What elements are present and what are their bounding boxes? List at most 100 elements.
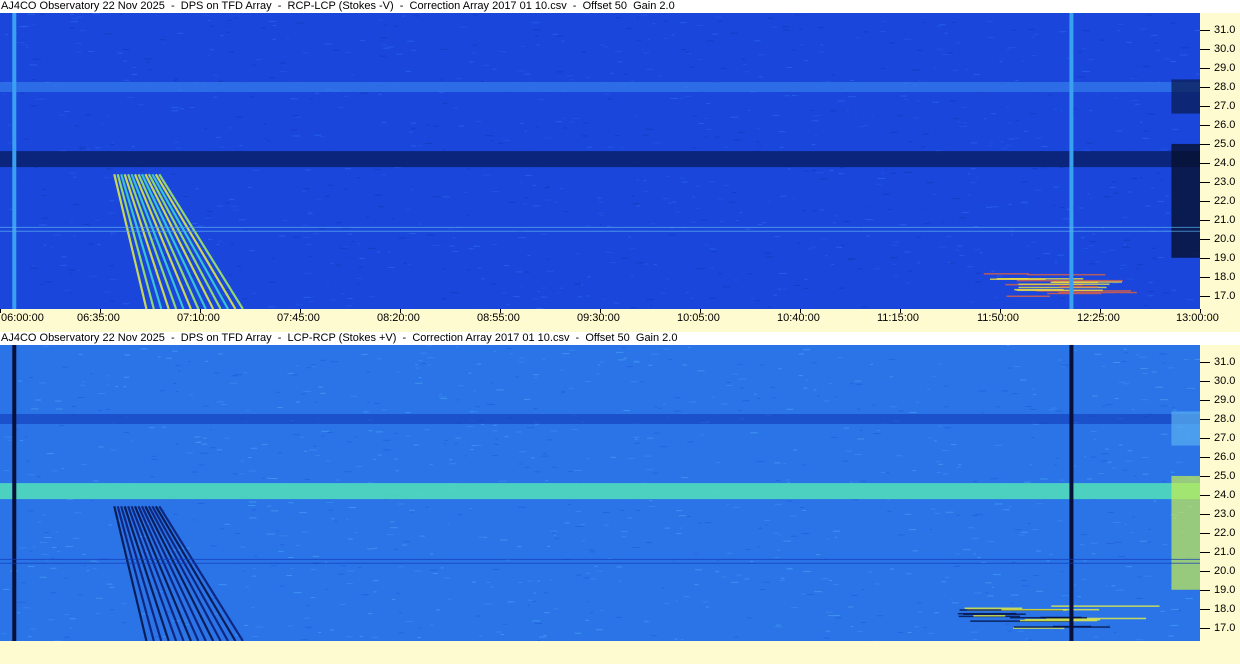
noise-speck [1112,522,1121,524]
noise-speck [438,79,443,81]
noise-speck [1064,232,1070,234]
noise-speck [987,541,995,543]
noise-speck [533,592,537,594]
noise-speck [209,429,212,431]
noise-speck [1130,229,1139,231]
noise-speck [1127,220,1132,222]
noise-speck [646,437,654,439]
noise-speck [561,40,565,42]
noise-speck [1118,444,1123,446]
noise-speck [745,549,751,551]
noise-speck [376,251,380,253]
noise-speck [890,257,898,259]
noise-speck [225,202,230,204]
noise-speck [373,591,377,593]
noise-speck [663,37,669,39]
noise-speck [710,368,714,370]
noise-speck [652,472,658,474]
noise-speck [216,410,222,412]
noise-speck [1041,146,1048,148]
noise-speck [288,502,294,504]
noise-speck [98,410,102,412]
noise-speck [987,595,994,597]
noise-speck [1111,36,1117,38]
noise-speck [1031,528,1039,530]
noise-speck [893,275,899,277]
noise-speck [454,442,458,444]
noise-speck [774,626,783,628]
noise-speck [525,466,530,468]
noise-speck [1051,100,1059,102]
noise-speck [65,545,73,547]
noise-speck [1159,353,1168,355]
noise-speck [718,472,726,474]
noise-speck [419,535,425,537]
noise-speck [1131,462,1137,464]
panel-title-top: AJ4CO Observatory 22 Nov 2025 - DPS on T… [0,0,1240,13]
noise-speck [1171,608,1179,610]
noise-speck [585,295,589,297]
noise-speck [1006,345,1010,347]
noise-speck [345,51,351,53]
noise-speck [1050,407,1057,409]
noise-speck [70,21,79,23]
noise-speck [1136,576,1143,578]
noise-speck [464,455,467,457]
noise-speck [775,624,781,626]
noise-speck [1137,264,1144,266]
ytick-mark [1200,381,1210,383]
noise-speck [29,405,33,407]
noise-speck [414,382,423,384]
noise-speck [733,94,737,96]
noise-speck [994,297,997,299]
noise-speck [704,250,710,252]
noise-speck [1006,106,1010,108]
noise-speck [785,500,793,502]
noise-speck [69,627,72,629]
noise-speck [276,530,279,532]
noise-speck [30,628,36,630]
ytick-label: 28.0 [1214,81,1236,93]
noise-speck [74,125,79,127]
noise-speck [318,627,327,629]
noise-speck [791,399,797,401]
noise-speck [798,375,803,377]
noise-speck [797,130,804,132]
noise-speck [1186,298,1195,300]
noise-speck [45,281,53,283]
noise-speck [75,537,80,539]
noise-speck [474,444,482,446]
noise-speck [106,384,109,386]
frequency-band [0,414,1200,424]
noise-speck [95,147,101,149]
noise-speck [1103,196,1111,198]
noise-speck [1020,579,1027,581]
noise-speck [17,509,24,511]
noise-speck [1116,425,1119,427]
noise-speck [54,238,58,240]
noise-speck [264,138,267,140]
ytick-mark [1200,181,1210,183]
noise-speck [234,17,239,19]
noise-speck [690,221,697,223]
noise-speck [327,184,333,186]
noise-speck [121,622,126,624]
noise-speck [795,94,800,96]
noise-speck [620,147,624,149]
noise-speck [829,170,834,172]
noise-speck [778,368,782,370]
noise-speck [604,524,609,526]
noise-speck [233,428,241,430]
noise-speck [681,181,688,183]
noise-speck [1159,168,1167,170]
noise-speck [595,373,600,375]
noise-speck [761,222,767,224]
noise-speck [235,116,244,118]
noise-speck [875,183,882,185]
noise-speck [765,524,769,526]
noise-speck [51,132,56,134]
noise-speck [1035,258,1040,260]
noise-speck [996,574,1001,576]
noise-speck [510,553,517,555]
noise-speck [1123,348,1128,350]
